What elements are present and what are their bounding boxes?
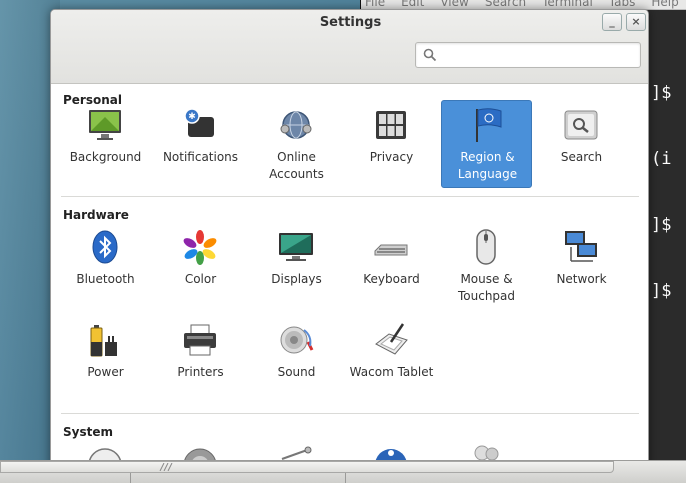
printer-icon [184, 324, 216, 356]
panel-keyboard[interactable]: Keyboard [346, 223, 437, 311]
panel-bluetooth[interactable]: Bluetooth [60, 223, 151, 311]
panel-label: Keyboard [363, 272, 420, 286]
terminal-menu-help[interactable]: Help [651, 0, 678, 9]
panel-label: Color [184, 272, 217, 286]
svg-text:✱: ✱ [188, 112, 196, 122]
date-time-icon[interactable] [87, 445, 123, 461]
panel-displays[interactable]: Displays [251, 223, 342, 311]
panel-label: Displays [271, 272, 322, 286]
panel-network[interactable]: Network [536, 223, 627, 311]
panel-label: Power [87, 365, 124, 379]
panel-mouse-touchpad[interactable]: Mouse & Touchpad [441, 223, 532, 311]
background-icon [89, 110, 121, 140]
bottom-taskbar [0, 460, 686, 483]
panel-label: Region & Language [457, 150, 518, 181]
panel-label: Notifications [162, 150, 239, 164]
panel-label: Privacy [369, 150, 414, 164]
mouse-icon [476, 229, 496, 265]
window-title: Settings [319, 15, 382, 30]
panel-label: Mouse & Touchpad [457, 272, 516, 303]
terminal-line: ]$ [651, 281, 672, 301]
privacy-icon [376, 111, 406, 139]
terminal-menu-terminal[interactable]: Terminal [542, 0, 593, 9]
panel-power[interactable]: Power [60, 316, 151, 404]
panel-search[interactable]: Search [536, 101, 627, 189]
window-titlebar[interactable]: Settings _ × [51, 10, 648, 84]
search-icon [564, 110, 598, 140]
panel-label: Network [556, 272, 607, 286]
panel-label: Background [69, 150, 142, 164]
panel-label: Search [560, 150, 603, 164]
notifications-icon: ✱ [184, 108, 214, 137]
section-divider [61, 196, 639, 197]
bluetooth-icon [92, 230, 118, 264]
terminal-menu-search[interactable]: Search [485, 0, 526, 9]
terminal-menu-file[interactable]: File [365, 0, 385, 9]
panel-label: Wacom Tablet [349, 365, 434, 379]
panel-online-accounts[interactable]: Online Accounts [251, 101, 342, 189]
power-icon [90, 325, 117, 357]
taskbar-separator [345, 473, 346, 483]
network-icon [565, 231, 597, 262]
panel-privacy[interactable]: Privacy [346, 101, 437, 189]
panel-color[interactable]: Color [155, 223, 246, 311]
magnifier-icon [423, 48, 437, 62]
universal-access-icon[interactable] [373, 445, 409, 461]
terminal-menu-view[interactable]: View [440, 0, 468, 9]
sound-icon [280, 326, 314, 354]
settings-window: Settings _ × Personal Background ✱ Notif… [50, 9, 649, 483]
taskbar-separator [130, 473, 131, 483]
terminal-line: ]$ [651, 83, 672, 103]
window-list-strip[interactable] [0, 461, 614, 473]
panel-notifications[interactable]: ✱ Notifications [155, 101, 246, 189]
panel-background[interactable]: Background [60, 101, 151, 189]
close-button[interactable]: × [626, 13, 646, 31]
search-field[interactable] [415, 42, 641, 68]
section-divider [61, 413, 639, 414]
terminal-line: ]$ [651, 215, 672, 235]
displays-icon [279, 233, 313, 261]
panel-label: Printers [177, 365, 224, 379]
keyboard-icon [374, 244, 408, 256]
terminal-line: (i [651, 149, 672, 169]
section-title-hardware: Hardware [63, 208, 129, 222]
settings-content: Personal Background ✱ Notifications Onli… [51, 85, 648, 482]
minimize-button[interactable]: _ [602, 13, 622, 31]
panel-sound[interactable]: Sound [251, 316, 342, 404]
resize-grip-icon[interactable] [158, 463, 174, 471]
terminal-menu-edit[interactable]: Edit [401, 0, 424, 9]
panel-wacom-tablet[interactable]: Wacom Tablet [346, 316, 437, 404]
wacom-tablet-icon [375, 323, 408, 355]
panel-printers[interactable]: Printers [155, 316, 246, 404]
terminal-menu-tabs[interactable]: Tabs [609, 0, 636, 9]
section-title-system: System [63, 425, 113, 439]
sharing-icon[interactable] [278, 445, 314, 461]
online-accounts-icon [280, 111, 312, 139]
region-language-icon [476, 108, 502, 142]
panel-label: Bluetooth [76, 272, 135, 286]
panel-region-language[interactable]: Region & Language [441, 100, 532, 188]
details-icon[interactable] [182, 445, 218, 461]
color-icon [183, 230, 217, 265]
panel-label: Online Accounts [269, 150, 324, 181]
users-icon[interactable] [468, 445, 504, 461]
panel-label: Sound [277, 365, 316, 379]
